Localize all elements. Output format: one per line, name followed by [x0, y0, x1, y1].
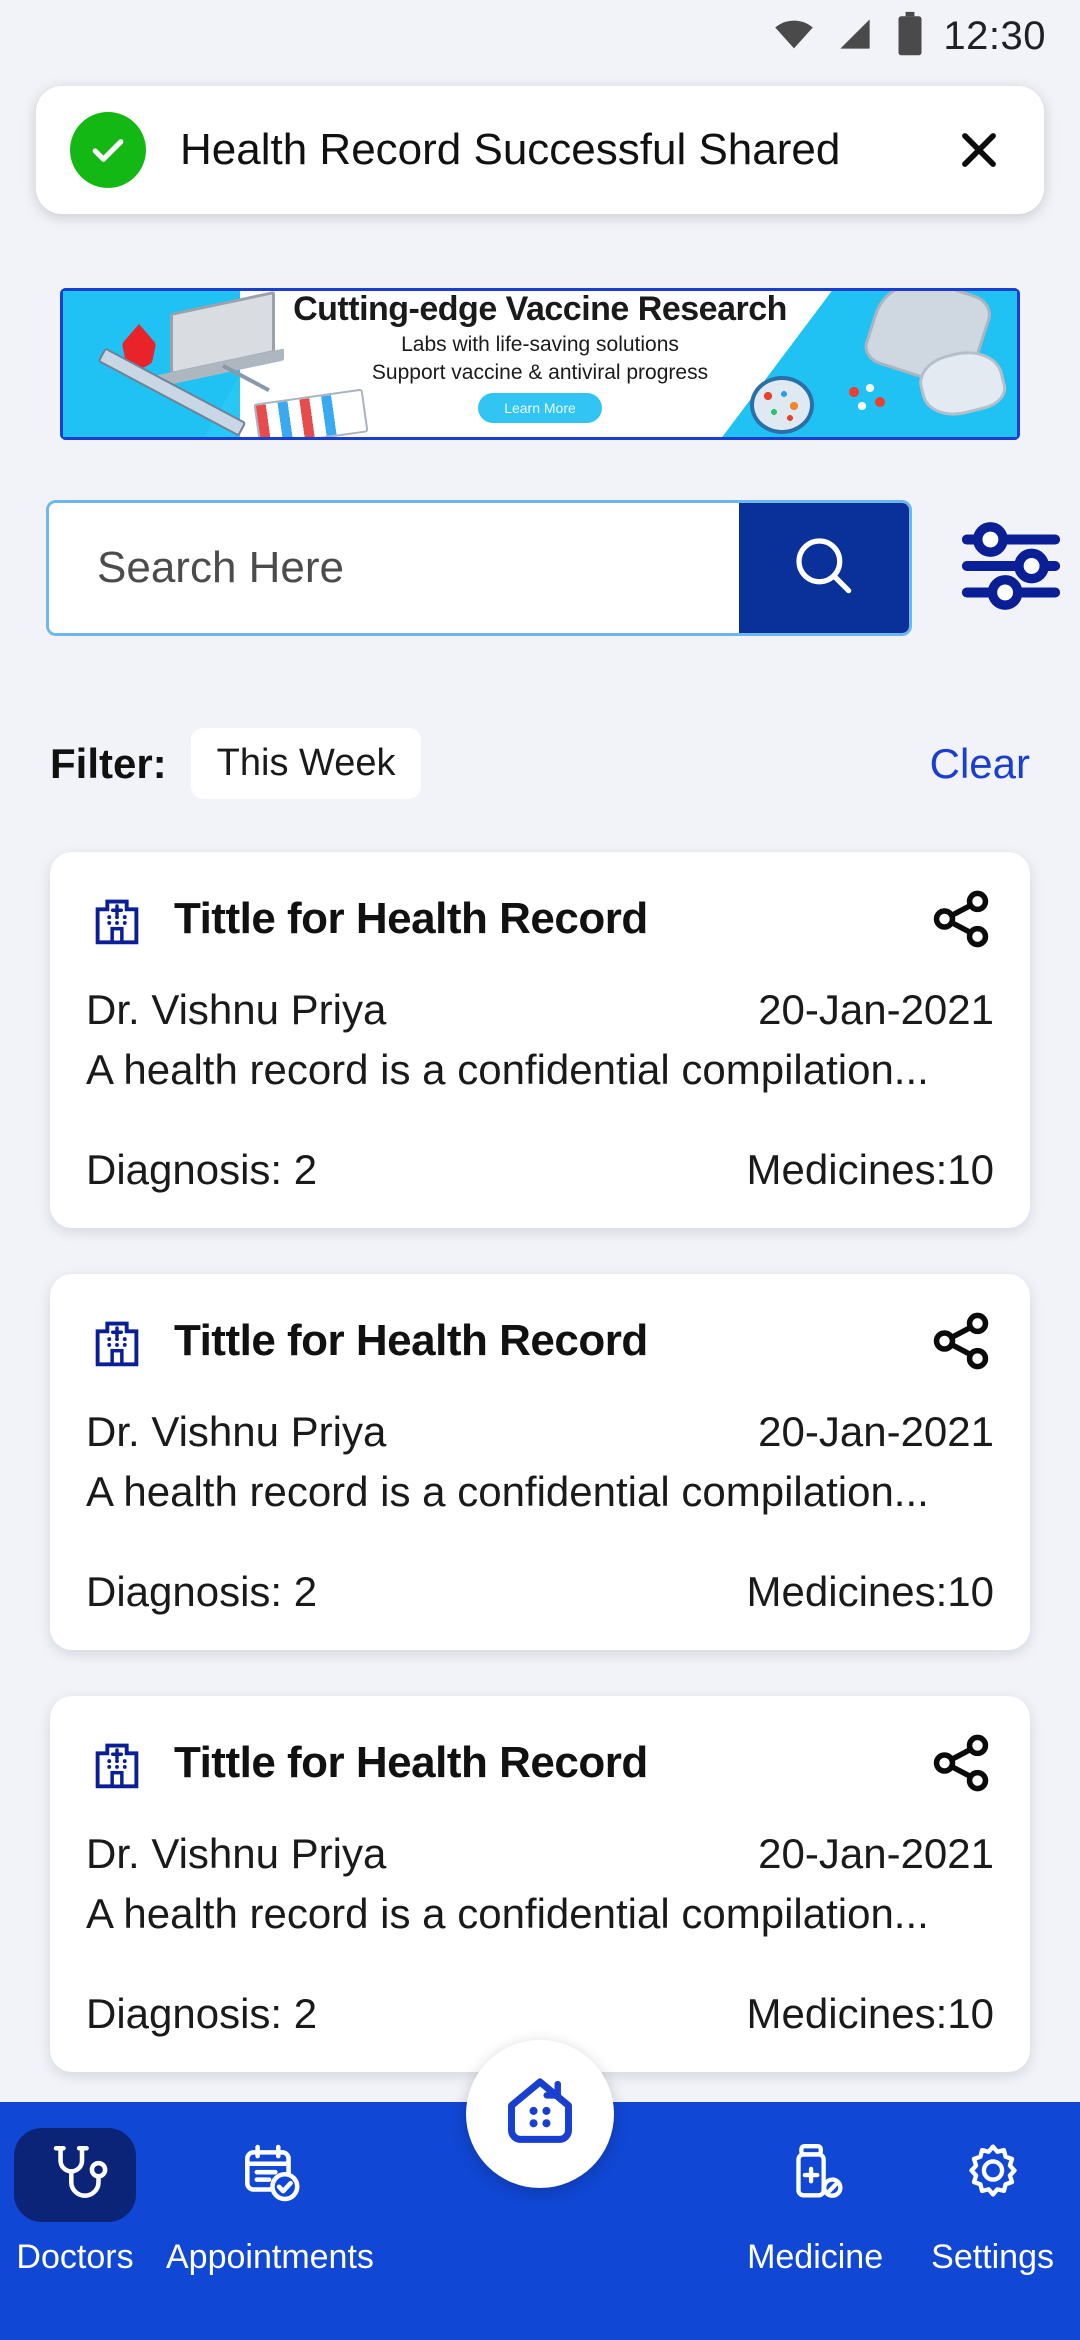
sidebar-item-label: Settings	[931, 2238, 1054, 2276]
table-row[interactable]: Tittle for Health Record Dr. Vishnu Priy…	[50, 1274, 1030, 1650]
doctor-name: Dr. Vishnu Priya	[86, 1408, 387, 1455]
sidebar-item-appointments[interactable]: Appointments	[166, 2128, 374, 2277]
diagnosis-count: Diagnosis: 2	[86, 1146, 318, 1193]
record-date: 20-Jan-2021	[758, 986, 994, 1033]
record-header: Tittle for Health Record	[86, 1308, 994, 1374]
stethoscope-icon	[42, 2140, 108, 2211]
banner-headline: Cutting-edge Vaccine Research	[293, 290, 787, 328]
status-bar-clock: 12:30	[943, 13, 1046, 58]
medicines-count: Medicines:10	[746, 1568, 994, 1615]
record-meta: Dr. Vishnu Priya 20-Jan-2021	[86, 986, 994, 1034]
hospital-icon	[86, 1310, 148, 1372]
hospital-icon	[86, 1732, 148, 1794]
record-meta: Dr. Vishnu Priya 20-Jan-2021	[86, 1408, 994, 1456]
banner-subline-1: Labs with life-saving solutions	[401, 333, 679, 356]
toast-notification: Health Record Successful Shared	[36, 86, 1044, 214]
record-header: Tittle for Health Record	[86, 886, 994, 952]
search-input[interactable]	[49, 503, 739, 633]
filter-sliders-button[interactable]	[958, 520, 1064, 616]
search-box[interactable]	[46, 500, 912, 636]
record-description: A health record is a confidential compil…	[86, 1046, 929, 1093]
home-icon	[497, 2069, 583, 2160]
wifi-icon	[771, 11, 817, 62]
app-screen: 12:30 Cutting-edge Vaccine Research Labs…	[0, 0, 1080, 2340]
medicines-count: Medicines:10	[746, 1990, 994, 2037]
close-icon[interactable]	[944, 115, 1014, 185]
share-icon[interactable]	[928, 1730, 994, 1796]
search-button[interactable]	[739, 503, 909, 633]
sidebar-item-settings[interactable]: Settings	[931, 2128, 1054, 2277]
record-date: 20-Jan-2021	[758, 1830, 994, 1877]
doctor-name: Dr. Vishnu Priya	[86, 986, 387, 1033]
record-header: Tittle for Health Record	[86, 1730, 994, 1796]
filter-label: Filter:	[50, 739, 167, 787]
diagnosis-count: Diagnosis: 2	[86, 1990, 318, 2037]
record-description: A health record is a confidential compil…	[86, 1890, 929, 1937]
record-date: 20-Jan-2021	[758, 1408, 994, 1455]
share-icon[interactable]	[928, 1308, 994, 1374]
doctor-name: Dr. Vishnu Priya	[86, 1830, 387, 1877]
medicines-count: Medicines:10	[746, 1146, 994, 1193]
sidebar-item-label: Doctors	[16, 2238, 134, 2276]
medicine-icon-wrap	[754, 2128, 876, 2222]
sliders-icon	[961, 520, 1061, 617]
record-stats: Diagnosis: 2 Medicines:10	[86, 1146, 994, 1194]
table-row[interactable]: Tittle for Health Record Dr. Vishnu Priy…	[50, 1696, 1030, 2072]
banner-cta-button[interactable]: Learn More	[478, 393, 602, 423]
home-fab-button[interactable]	[466, 2040, 614, 2188]
search-row	[0, 500, 1080, 636]
search-icon	[787, 529, 861, 608]
banner-subline-2: Support vaccine & antiviral progress	[371, 361, 709, 384]
banner-ad-text: Cutting-edge Vaccine Research Labs with …	[60, 288, 1020, 440]
sidebar-item-label: Appointments	[166, 2238, 374, 2276]
signal-icon	[833, 12, 877, 61]
sidebar-item-label: Medicine	[747, 2238, 884, 2276]
filter-chip-this-week[interactable]: This Week	[190, 728, 422, 799]
record-title: Tittle for Health Record	[174, 1738, 648, 1787]
sidebar-item-doctors[interactable]: Doctors	[14, 2128, 136, 2277]
table-row[interactable]: Tittle for Health Record Dr. Vishnu Priy…	[50, 852, 1030, 1228]
hospital-icon	[86, 888, 148, 950]
success-check-icon	[70, 112, 146, 188]
filter-row: Filter: This Week Clear	[0, 728, 1080, 799]
banner-ad[interactable]: Cutting-edge Vaccine Research Labs with …	[60, 288, 1020, 440]
medicine-bottle-icon	[782, 2140, 848, 2211]
status-bar: 12:30	[0, 0, 1080, 72]
clear-filter-link[interactable]: Clear	[930, 740, 1030, 788]
share-icon[interactable]	[928, 886, 994, 952]
appointments-icon-wrap	[209, 2128, 331, 2222]
gear-icon	[960, 2140, 1026, 2211]
settings-icon-wrap	[932, 2128, 1054, 2222]
clipboard-check-icon	[237, 2140, 303, 2211]
toast-message: Health Record Successful Shared	[180, 124, 841, 174]
diagnosis-count: Diagnosis: 2	[86, 1568, 318, 1615]
record-meta: Dr. Vishnu Priya 20-Jan-2021	[86, 1830, 994, 1878]
record-stats: Diagnosis: 2 Medicines:10	[86, 1568, 994, 1616]
battery-icon	[893, 11, 927, 62]
record-title: Tittle for Health Record	[174, 1316, 648, 1365]
record-stats: Diagnosis: 2 Medicines:10	[86, 1990, 994, 2038]
record-title: Tittle for Health Record	[174, 894, 648, 943]
sidebar-item-medicine[interactable]: Medicine	[747, 2128, 883, 2277]
record-description: A health record is a confidential compil…	[86, 1468, 929, 1515]
doctors-icon-wrap	[14, 2128, 136, 2222]
